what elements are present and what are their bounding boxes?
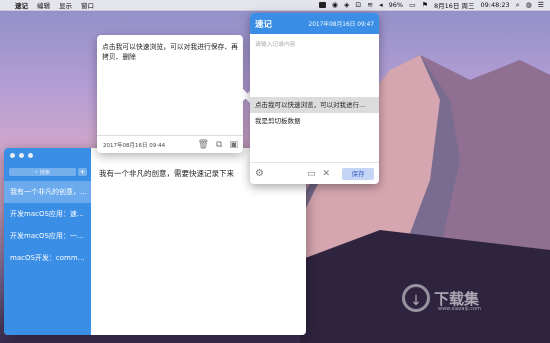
minimize-window-button[interactable] <box>19 153 24 158</box>
popup-header: 速记 2017年08月16日 09:47 <box>250 13 379 34</box>
watermark-url: www.xiazaiji.com <box>438 306 481 312</box>
list-item[interactable]: 开发macOS应用：速记... <box>4 203 88 225</box>
save-button[interactable]: 保存 <box>342 167 374 180</box>
flag-icon[interactable]: ⚑ <box>422 1 428 9</box>
menu-bar: 速记 编辑 显示 窗口 ◉ ◈ ⊡ ≋ ◂ 96% ▭ ⚑ 8月16日 周三 0… <box>0 0 550 11</box>
preview-date: 2017年08月16日 09:44 <box>103 142 166 149</box>
menubar-time[interactable]: 09:48:23 <box>480 1 509 9</box>
list-item[interactable]: 我有一个非凡的创意，需要... <box>4 181 91 203</box>
preview-footer: 2017年08月16日 09:44 🗑 ⧉ ▣ <box>97 135 243 153</box>
copy-icon[interactable]: ⧉ <box>216 140 222 150</box>
app-status-icon[interactable] <box>318 2 326 8</box>
save-icon[interactable]: ▣ <box>229 140 238 150</box>
menu-item-window[interactable]: 窗口 <box>81 0 94 10</box>
menubar-date[interactable]: 8月16日 周三 <box>434 0 474 10</box>
delete-icon[interactable]: 🗑 <box>198 140 209 150</box>
wechat-icon[interactable]: ◉ <box>332 1 338 9</box>
editor-text[interactable]: 我有一个非凡的创意，需要快速记录下来 <box>99 168 234 179</box>
popup-footer: ⚙ ▭ ✕ 保存 <box>250 162 379 184</box>
volume-icon[interactable]: ◂ <box>379 1 383 9</box>
notification-center-icon[interactable]: ☰ <box>538 1 544 9</box>
menu-app-name[interactable]: 速记 <box>15 0 28 10</box>
security-icon[interactable]: ◈ <box>344 1 349 9</box>
list-item[interactable]: macOS开发：comma... <box>4 247 88 269</box>
clipboard-item[interactable]: 我是剪切板数据 <box>250 113 379 129</box>
zoom-window-button[interactable] <box>28 153 33 158</box>
preview-popup: 点击我可以快速浏览，可以对我进行保存、再拷贝、删除 2017年08月16日 09… <box>97 35 249 153</box>
search-input[interactable]: ⌕ 搜索 <box>9 168 76 176</box>
gear-icon[interactable]: ⚙ <box>255 168 264 179</box>
popup-date: 2017年08月16日 09:47 <box>308 22 374 28</box>
sidebar: ⌕ 搜索 + 我有一个非凡的创意，需要... 开发macOS应用：速记... 开… <box>4 148 91 335</box>
search-icon[interactable]: ⌕ <box>516 1 520 9</box>
menu-item-view[interactable]: 显示 <box>59 0 72 10</box>
sync-icon[interactable]: ⊡ <box>355 1 361 9</box>
clipboard-item[interactable]: 点击我可以快速浏览，可以对我进行... <box>250 97 379 113</box>
search-row: ⌕ 搜索 + <box>9 168 87 177</box>
window-controls <box>10 153 33 158</box>
preview-body: 点击我可以快速浏览，可以对我进行保存、再拷贝、删除 <box>102 43 238 61</box>
close-window-button[interactable] <box>10 153 15 158</box>
search-icon: ⌕ <box>35 169 38 175</box>
wifi-icon[interactable]: ≋ <box>367 1 373 9</box>
siri-icon[interactable]: ◍ <box>526 1 532 9</box>
note-input[interactable]: 请输入记录内容 <box>250 34 379 97</box>
menu-item-edit[interactable]: 编辑 <box>37 0 50 10</box>
folder-icon[interactable]: ▭ <box>307 169 316 179</box>
list-item[interactable]: 开发macOS应用：一... <box>4 225 88 247</box>
close-icon[interactable]: ✕ <box>322 169 330 179</box>
search-placeholder: 搜索 <box>39 169 50 176</box>
quick-note-popup: 速记 2017年08月16日 09:47 请输入记录内容 点击我可以快速浏览，可… <box>250 13 379 184</box>
watermark-logo: ↓ <box>402 284 430 312</box>
note-list: 我有一个非凡的创意，需要... 开发macOS应用：速记... 开发macOS应… <box>4 181 91 269</box>
popup-title: 速记 <box>255 19 273 30</box>
watermark: ↓ 下载集 www.xiazaiji.com <box>402 284 481 312</box>
battery-percent[interactable]: 96% <box>389 1 403 9</box>
battery-icon[interactable]: ▭ <box>409 1 416 9</box>
add-note-button[interactable]: + <box>78 168 87 176</box>
